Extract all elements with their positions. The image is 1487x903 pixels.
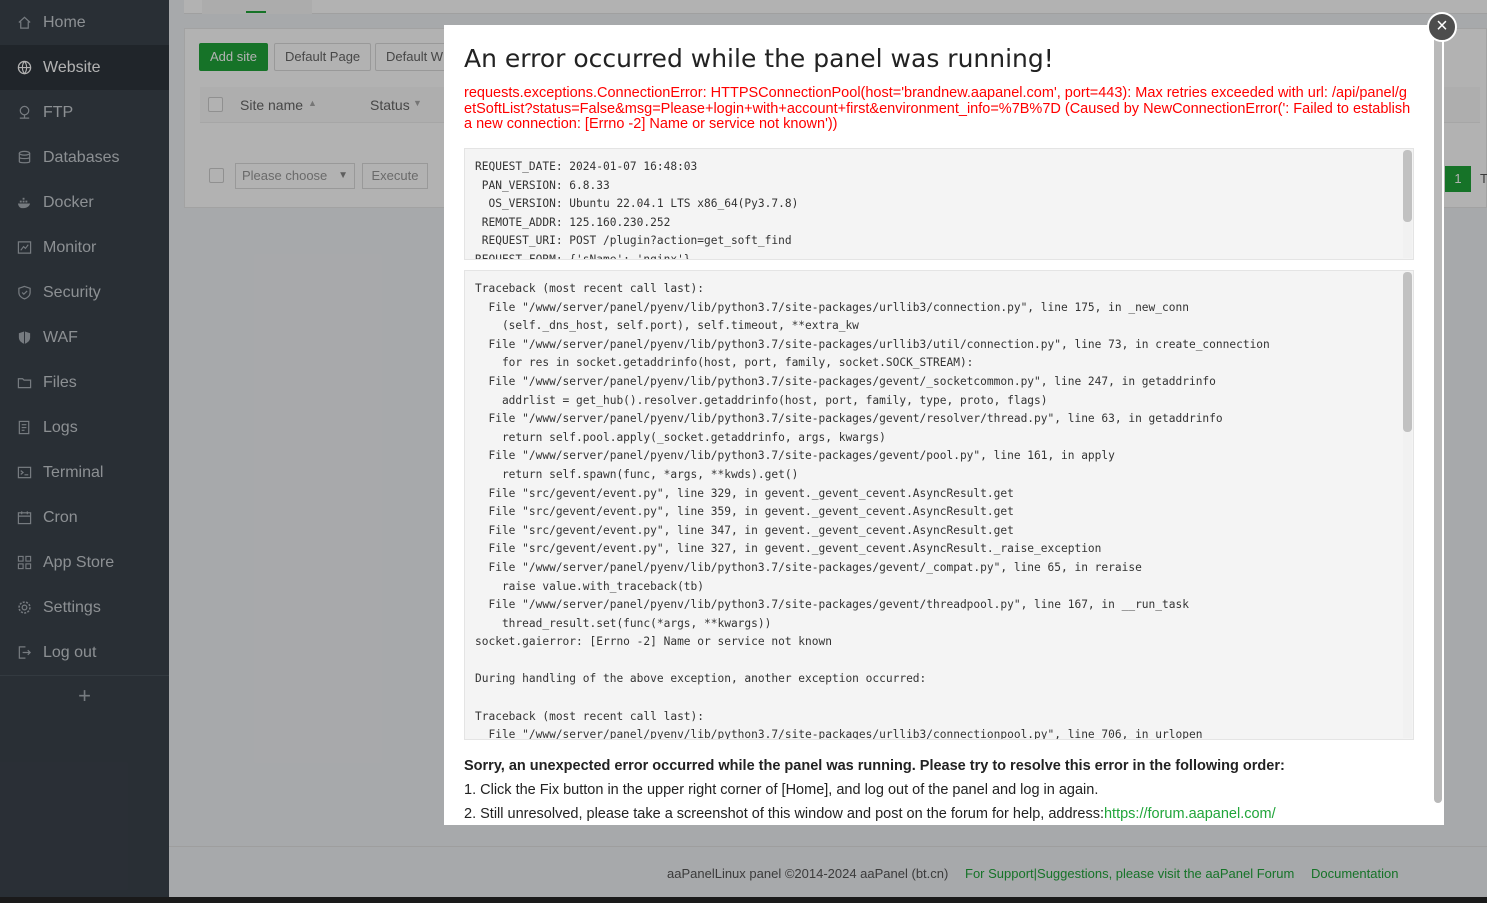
help-step-1: 1. Click the Fix button in the upper rig… (464, 782, 1099, 798)
close-icon: × (1436, 15, 1448, 37)
dialog-title: An error occurred while the panel was ru… (464, 44, 1054, 73)
dialog-scroll-thumb[interactable] (1434, 33, 1442, 803)
forum-link[interactable]: https://forum.aapanel.com/ (1104, 806, 1276, 822)
error-message: requests.exceptions.ConnectionError: HTT… (464, 85, 1411, 132)
close-button[interactable]: × (1427, 12, 1457, 42)
traceback-text: Traceback (most recent call last): File … (475, 282, 1270, 740)
dialog-scrollbar[interactable] (1434, 33, 1442, 825)
traceback-box[interactable]: Traceback (most recent call last): File … (464, 270, 1414, 740)
traceback-scroll-thumb[interactable] (1403, 272, 1412, 432)
request-info-box[interactable]: REQUEST_DATE: 2024-01-07 16:48:03 PAN_VE… (464, 148, 1414, 260)
request-info-scroll-thumb[interactable] (1403, 150, 1412, 222)
help-step-2: 2. Still unresolved, please take a scree… (464, 806, 1276, 822)
window-bottom-edge (0, 897, 1487, 903)
request-info-text: REQUEST_DATE: 2024-01-07 16:48:03 PAN_VE… (475, 160, 799, 260)
help-title: Sorry, an unexpected error occurred whil… (464, 758, 1285, 774)
traceback-scrollbar[interactable] (1403, 272, 1412, 738)
help-step-2-text: 2. Still unresolved, please take a scree… (464, 806, 1104, 822)
request-info-scrollbar[interactable] (1403, 150, 1412, 258)
error-dialog: An error occurred while the panel was ru… (444, 25, 1444, 825)
